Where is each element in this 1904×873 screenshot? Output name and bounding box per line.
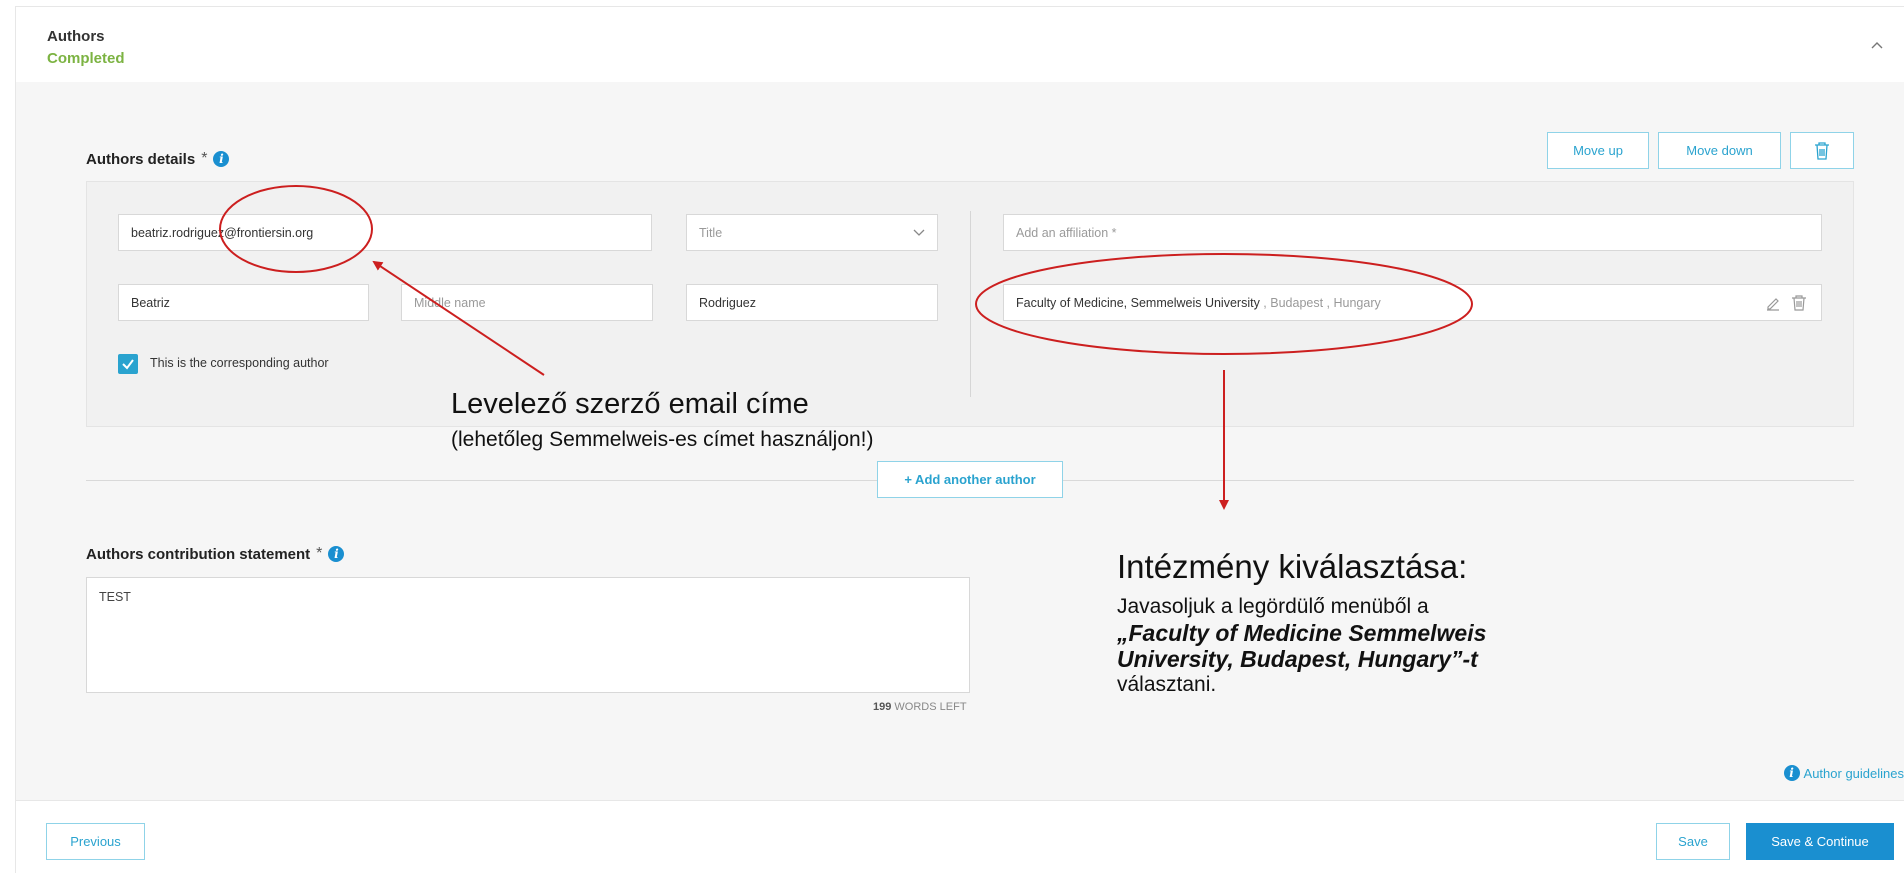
section-title: Authors bbox=[47, 28, 105, 45]
trash-icon bbox=[1815, 141, 1829, 160]
info-icon[interactable]: i bbox=[328, 546, 345, 562]
last-name-field[interactable]: Rodriguez bbox=[686, 284, 938, 321]
checkmark-icon bbox=[122, 359, 134, 370]
words-left-counter: 199 WORDS LEFT bbox=[873, 701, 967, 713]
edit-icon[interactable] bbox=[1765, 295, 1781, 311]
email-annotation-title: Levelező szerző email címe bbox=[451, 388, 809, 420]
affiliation-input[interactable]: Add an affiliation * bbox=[1003, 214, 1822, 251]
affiliation-name: Faculty of Medicine, Semmelweis Universi… bbox=[1016, 295, 1260, 310]
corresponding-author-label: This is the corresponding author bbox=[150, 356, 329, 370]
section-header[interactable]: Authors Completed bbox=[15, 6, 1904, 82]
info-icon: i bbox=[1783, 765, 1800, 781]
authors-details-heading: Authors details * i bbox=[86, 150, 230, 168]
move-up-button[interactable]: Move up bbox=[1547, 132, 1649, 169]
institution-annotation-title: Intézmény kiválasztása: bbox=[1117, 548, 1468, 585]
move-down-button[interactable]: Move down bbox=[1658, 132, 1781, 169]
affiliation-item: Faculty of Medicine, Semmelweis Universi… bbox=[1003, 284, 1822, 321]
section-status: Completed bbox=[47, 50, 125, 67]
save-button[interactable]: Save bbox=[1656, 823, 1730, 860]
title-select[interactable]: Title bbox=[686, 214, 938, 251]
trash-icon[interactable] bbox=[1791, 294, 1807, 312]
author-guidelines-link[interactable]: i Author guidelines bbox=[1783, 765, 1904, 781]
institution-annotation-body: Javasoljuk a legördülő menüből a „Facult… bbox=[1117, 595, 1487, 696]
affiliation-location: , Budapest , Hungary bbox=[1259, 295, 1381, 310]
footer bbox=[15, 800, 1904, 873]
info-icon[interactable]: i bbox=[213, 151, 230, 167]
first-name-field[interactable]: Beatriz bbox=[118, 284, 369, 321]
chevron-down-icon bbox=[913, 229, 925, 236]
contribution-textarea[interactable]: TEST bbox=[86, 577, 970, 693]
chevron-up-icon[interactable] bbox=[1870, 39, 1884, 53]
delete-author-button[interactable] bbox=[1790, 132, 1854, 169]
email-field[interactable]: beatriz.rodriguez@frontiersin.org bbox=[118, 214, 652, 251]
contribution-heading: Authors contribution statement * i bbox=[86, 545, 345, 563]
save-and-continue-button[interactable]: Save & Continue bbox=[1746, 823, 1894, 860]
corresponding-author-checkbox[interactable] bbox=[118, 354, 138, 374]
add-another-author-button[interactable]: + Add another author bbox=[877, 461, 1063, 498]
middle-name-field[interactable]: Middle name bbox=[401, 284, 653, 321]
email-annotation-subtitle: (lehetőleg Semmelweis-es címet használjo… bbox=[451, 428, 874, 451]
previous-button[interactable]: Previous bbox=[46, 823, 145, 860]
column-divider bbox=[970, 211, 971, 397]
